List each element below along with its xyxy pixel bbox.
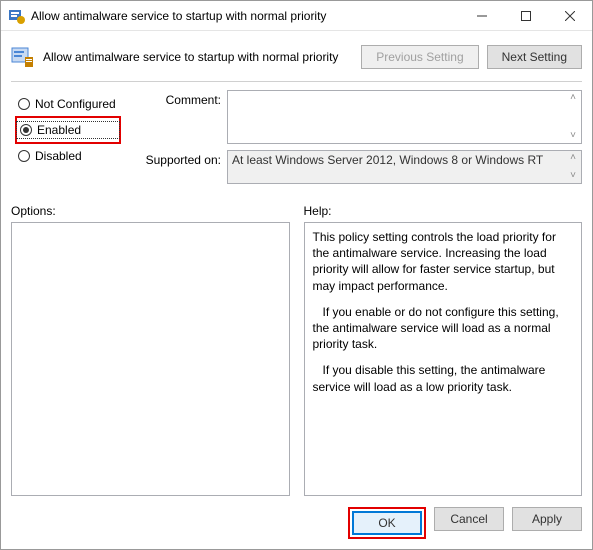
apply-button[interactable]: Apply [512,507,582,531]
policy-header-icon [11,45,35,69]
scrollbar[interactable]: ˄ ˅ [565,151,581,183]
radio-disabled[interactable]: Disabled [15,148,121,164]
highlight-enabled: Enabled [15,116,121,144]
radio-label: Not Configured [35,97,116,111]
chevron-down-icon: ˅ [570,171,576,181]
options-label: Options: [11,204,290,218]
chevron-up-icon: ˄ [570,153,576,163]
dialog-window: Allow antimalware service to startup wit… [0,0,593,550]
radio-circle-icon [18,150,30,162]
help-label: Help: [304,204,583,218]
options-pane: Options: [11,204,290,496]
options-box [11,222,290,496]
comment-row: Comment: ˄ ˅ [131,90,582,144]
radio-label: Enabled [37,123,81,137]
chevron-up-icon: ˄ [570,93,576,103]
supported-text: At least Windows Server 2012, Windows 8 … [232,153,543,167]
supported-label: Supported on: [131,150,221,184]
help-paragraph: If you disable this setting, the antimal… [313,362,574,394]
radio-group: Not Configured Enabled Disabled [11,90,121,190]
policy-icon [9,8,25,24]
help-paragraph: If you enable or do not configure this s… [313,304,574,353]
chevron-down-icon: ˅ [570,131,576,141]
header-row: Allow antimalware service to startup wit… [11,39,582,79]
top-row: Not Configured Enabled Disabled Comment: [11,90,582,190]
previous-setting-button: Previous Setting [361,45,478,69]
radio-label: Disabled [35,149,82,163]
help-pane: Help: This policy setting controls the l… [304,204,583,496]
content-area: Allow antimalware service to startup wit… [1,31,592,506]
comment-label: Comment: [131,90,221,144]
comment-input[interactable]: ˄ ˅ [227,90,582,144]
radio-circle-icon [18,98,30,110]
mid-split: Options: Help: This policy setting contr… [11,204,582,496]
header-text: Allow antimalware service to startup wit… [43,50,353,64]
right-column: Comment: ˄ ˅ Supported on: At least Wind… [131,90,582,190]
radio-circle-icon [20,124,32,136]
maximize-button[interactable] [504,1,548,31]
ok-button[interactable]: OK [352,511,422,535]
titlebar: Allow antimalware service to startup wit… [1,1,592,31]
footer-buttons: OK Cancel Apply [348,507,582,539]
window-title: Allow antimalware service to startup wit… [31,9,460,23]
help-box: This policy setting controls the load pr… [304,222,583,496]
highlight-ok: OK [348,507,426,539]
nav-buttons: Previous Setting Next Setting [361,45,582,69]
radio-enabled[interactable]: Enabled [17,122,119,138]
supported-text-box: At least Windows Server 2012, Windows 8 … [227,150,582,184]
help-paragraph: This policy setting controls the load pr… [313,229,574,294]
cancel-button[interactable]: Cancel [434,507,504,531]
scrollbar[interactable]: ˄ ˅ [565,91,581,143]
separator [11,81,582,82]
close-button[interactable] [548,1,592,31]
minimize-button[interactable] [460,1,504,31]
radio-not-configured[interactable]: Not Configured [15,96,121,112]
next-setting-button[interactable]: Next Setting [487,45,582,69]
supported-row: Supported on: At least Windows Server 20… [131,150,582,184]
